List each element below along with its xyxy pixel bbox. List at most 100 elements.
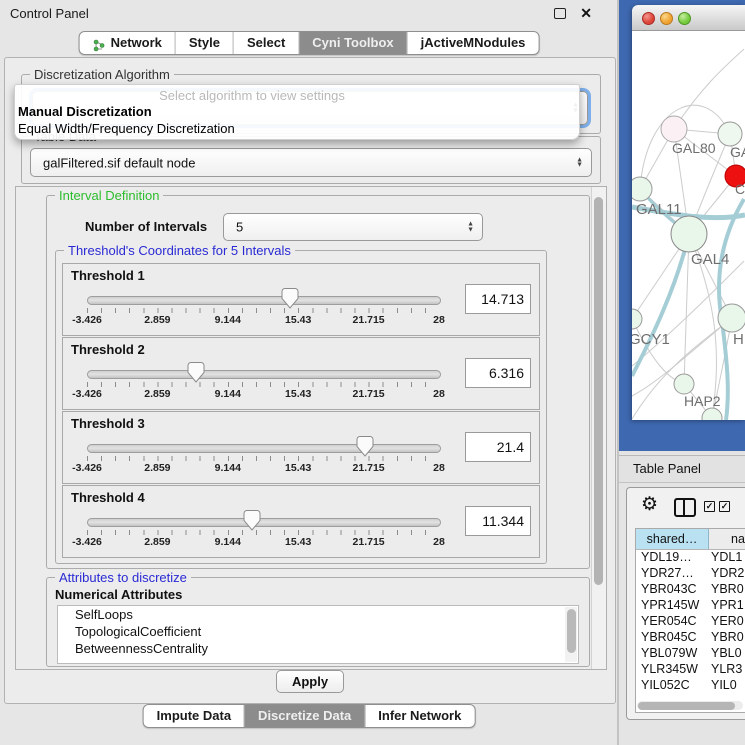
node-h[interactable] <box>718 304 745 332</box>
close-traffic-icon[interactable] <box>642 12 655 25</box>
combo-stepper-icon: ▲▼ <box>576 157 583 168</box>
slider-thumb[interactable] <box>357 436 374 457</box>
slider-tick-labels: -3.426 2.859 9.144 15.43 21.715 28 <box>87 314 439 328</box>
columns-icon[interactable] <box>674 498 696 517</box>
horizontal-scrollbar[interactable] <box>637 701 743 710</box>
threshold-3-label: Threshold 3 <box>71 416 145 431</box>
svg-text:GCY1: GCY1 <box>632 331 670 348</box>
table-data-select[interactable]: galFiltered.sif default node ▲▼ <box>30 148 592 177</box>
tab-cyni-toolbox[interactable]: Cyni Toolbox <box>298 32 406 54</box>
list-item[interactable]: TopologicalCoefficient <box>58 623 578 640</box>
discretization-algorithm-title: Discretization Algorithm <box>30 67 174 82</box>
threshold-4-label: Threshold 4 <box>71 490 145 505</box>
list-item[interactable]: BetweennessCentrality <box>58 640 578 657</box>
zoom-traffic-icon[interactable] <box>678 12 691 25</box>
table-row[interactable]: YBL079WYBL0 <box>636 646 745 662</box>
svg-text:GAL80: GAL80 <box>672 140 716 156</box>
interval-definition-group: Interval Definition Number of Intervals … <box>46 195 590 569</box>
threshold-2-value[interactable]: 6.316 <box>465 358 531 388</box>
threshold-4-value[interactable]: 11.344 <box>465 506 531 536</box>
table-row[interactable]: YPR145WYPR1 <box>636 598 745 614</box>
svg-text:GAL11: GAL11 <box>636 201 682 218</box>
tab-discretize-data[interactable]: Discretize Data <box>244 705 364 727</box>
svg-text:H: H <box>733 331 744 348</box>
network-canvas[interactable]: GAL80 GA GAL11 C GAL4 GCY1 H HAP2 <box>632 31 745 420</box>
slider-thumb[interactable] <box>244 510 261 531</box>
attributes-group: Attributes to discretize Numerical Attri… <box>46 577 590 667</box>
list-scrollbar-thumb[interactable] <box>567 609 576 653</box>
table-row[interactable]: YDR27…YDR2 <box>636 566 745 582</box>
threshold-1-label: Threshold 1 <box>71 268 145 283</box>
horizontal-scrollbar-thumb[interactable] <box>638 702 735 710</box>
tab-select[interactable]: Select <box>233 32 298 54</box>
numerical-attributes-list[interactable]: SelfLoops TopologicalCoefficient Between… <box>57 605 579 664</box>
threshold-1-value[interactable]: 14.713 <box>465 284 531 314</box>
table-row[interactable]: YBR045CYBR0 <box>636 630 745 646</box>
checkbox-icon[interactable]: ✓ <box>719 501 730 512</box>
tab-jactivemnodules[interactable]: jActiveMNodules <box>407 32 539 54</box>
slider-track[interactable] <box>87 296 441 305</box>
node-hap2[interactable] <box>674 374 694 394</box>
tab-infer-network[interactable]: Infer Network <box>364 705 474 727</box>
threshold-4-box: Threshold 4 -3.426 2.859 9.144 <box>62 485 540 558</box>
slider-ticks <box>87 308 439 313</box>
threshold-4-slider[interactable]: -3.426 2.859 9.144 15.43 21.715 28 <box>87 512 439 552</box>
cyni-toolbox-panel: Discretization Algorithm ▲▼ Table Data g… <box>4 57 616 704</box>
threshold-3-slider[interactable]: -3.426 2.859 9.144 15.43 21.715 28 <box>87 438 439 478</box>
node-gal4[interactable] <box>671 216 707 252</box>
menu-item-equal-width-frequency[interactable]: Equal Width/Frequency Discretization <box>18 121 235 136</box>
slider-thumb[interactable] <box>188 362 205 383</box>
panel-title: Control Panel <box>10 6 89 21</box>
table-row[interactable]: YLR345WYLR3 <box>636 662 745 678</box>
gear-icon[interactable]: ⚙ <box>641 495 658 514</box>
table-header: shared… na <box>636 529 745 550</box>
settings-scrollpane: Interval Definition Number of Intervals … <box>15 186 607 670</box>
column-header-name[interactable]: na <box>709 529 745 549</box>
network-window[interactable]: GAL80 GA GAL11 C GAL4 GCY1 H HAP2 <box>632 5 745 420</box>
vertical-scrollbar-thumb[interactable] <box>594 197 603 585</box>
node-gal80[interactable] <box>661 116 687 142</box>
table-row[interactable]: YER054CYER0 <box>636 614 745 630</box>
threshold-2-slider[interactable]: -3.426 2.859 9.144 15.43 21.715 28 <box>87 364 439 404</box>
top-tab-bar: Network Style Select Cyni Toolbox jActiv… <box>79 31 540 55</box>
table-panel-title: Table Panel <box>633 461 701 476</box>
threshold-3-value[interactable]: 21.4 <box>465 432 531 462</box>
control-panel-titlebar: Control Panel ✕ <box>0 0 618 26</box>
combo-stepper-icon: ▲▼ <box>467 222 474 233</box>
tab-network[interactable]: Network <box>80 32 175 54</box>
slider-thumb[interactable] <box>282 288 299 309</box>
slider-track[interactable] <box>87 518 441 527</box>
list-item[interactable]: SelfLoops <box>58 606 578 623</box>
table-panel-window: ⚙ ✓ ✓ shared… na YDL19…YDL1 YDR27…YDR2 Y… <box>626 487 745 720</box>
table-panel-bar: Table Panel <box>619 455 745 483</box>
interval-definition-title: Interval Definition <box>55 188 163 203</box>
checkbox-icon[interactable]: ✓ <box>704 501 715 512</box>
node-gcy1[interactable] <box>632 309 642 329</box>
vertical-scrollbar[interactable] <box>591 187 606 669</box>
slider-track[interactable] <box>87 444 441 453</box>
algorithm-dropdown-menu: Select algorithm to view settings Manual… <box>14 84 580 140</box>
table-row[interactable]: YBR043CYBR0 <box>636 582 745 598</box>
column-header-shared-name[interactable]: shared… <box>636 529 709 549</box>
node-gal11[interactable] <box>632 177 652 201</box>
float-window-icon[interactable] <box>554 8 566 19</box>
table-row[interactable]: YIL052CYIL0 <box>636 678 745 694</box>
threshold-1-slider[interactable]: -3.426 2.859 9.144 15.43 21.715 28 <box>87 290 439 330</box>
minimize-traffic-icon[interactable] <box>660 12 673 25</box>
list-scrollbar[interactable] <box>565 607 577 662</box>
num-intervals-select[interactable]: 5 ▲▼ <box>223 213 483 241</box>
tab-style[interactable]: Style <box>175 32 233 54</box>
network-window-titlebar[interactable] <box>632 5 745 31</box>
node-top-right[interactable] <box>718 122 742 146</box>
slider-track[interactable] <box>87 370 441 379</box>
table-row[interactable]: YDL19…YDL1 <box>636 550 745 566</box>
tab-impute-data[interactable]: Impute Data <box>144 705 244 727</box>
thresholds-title: Threshold's Coordinates for 5 Intervals <box>64 243 295 258</box>
table-data-value: galFiltered.sif default node <box>43 155 195 170</box>
table-rows: YDL19…YDL1 YDR27…YDR2 YBR043CYBR0 YPR145… <box>636 550 745 694</box>
apply-button[interactable]: Apply <box>276 670 344 693</box>
table-data-group: Table Data galFiltered.sif default node … <box>21 136 601 184</box>
svg-text:GAL4: GAL4 <box>691 251 729 268</box>
close-icon[interactable]: ✕ <box>580 5 592 22</box>
menu-item-manual-discretization[interactable]: Manual Discretization <box>18 104 152 119</box>
